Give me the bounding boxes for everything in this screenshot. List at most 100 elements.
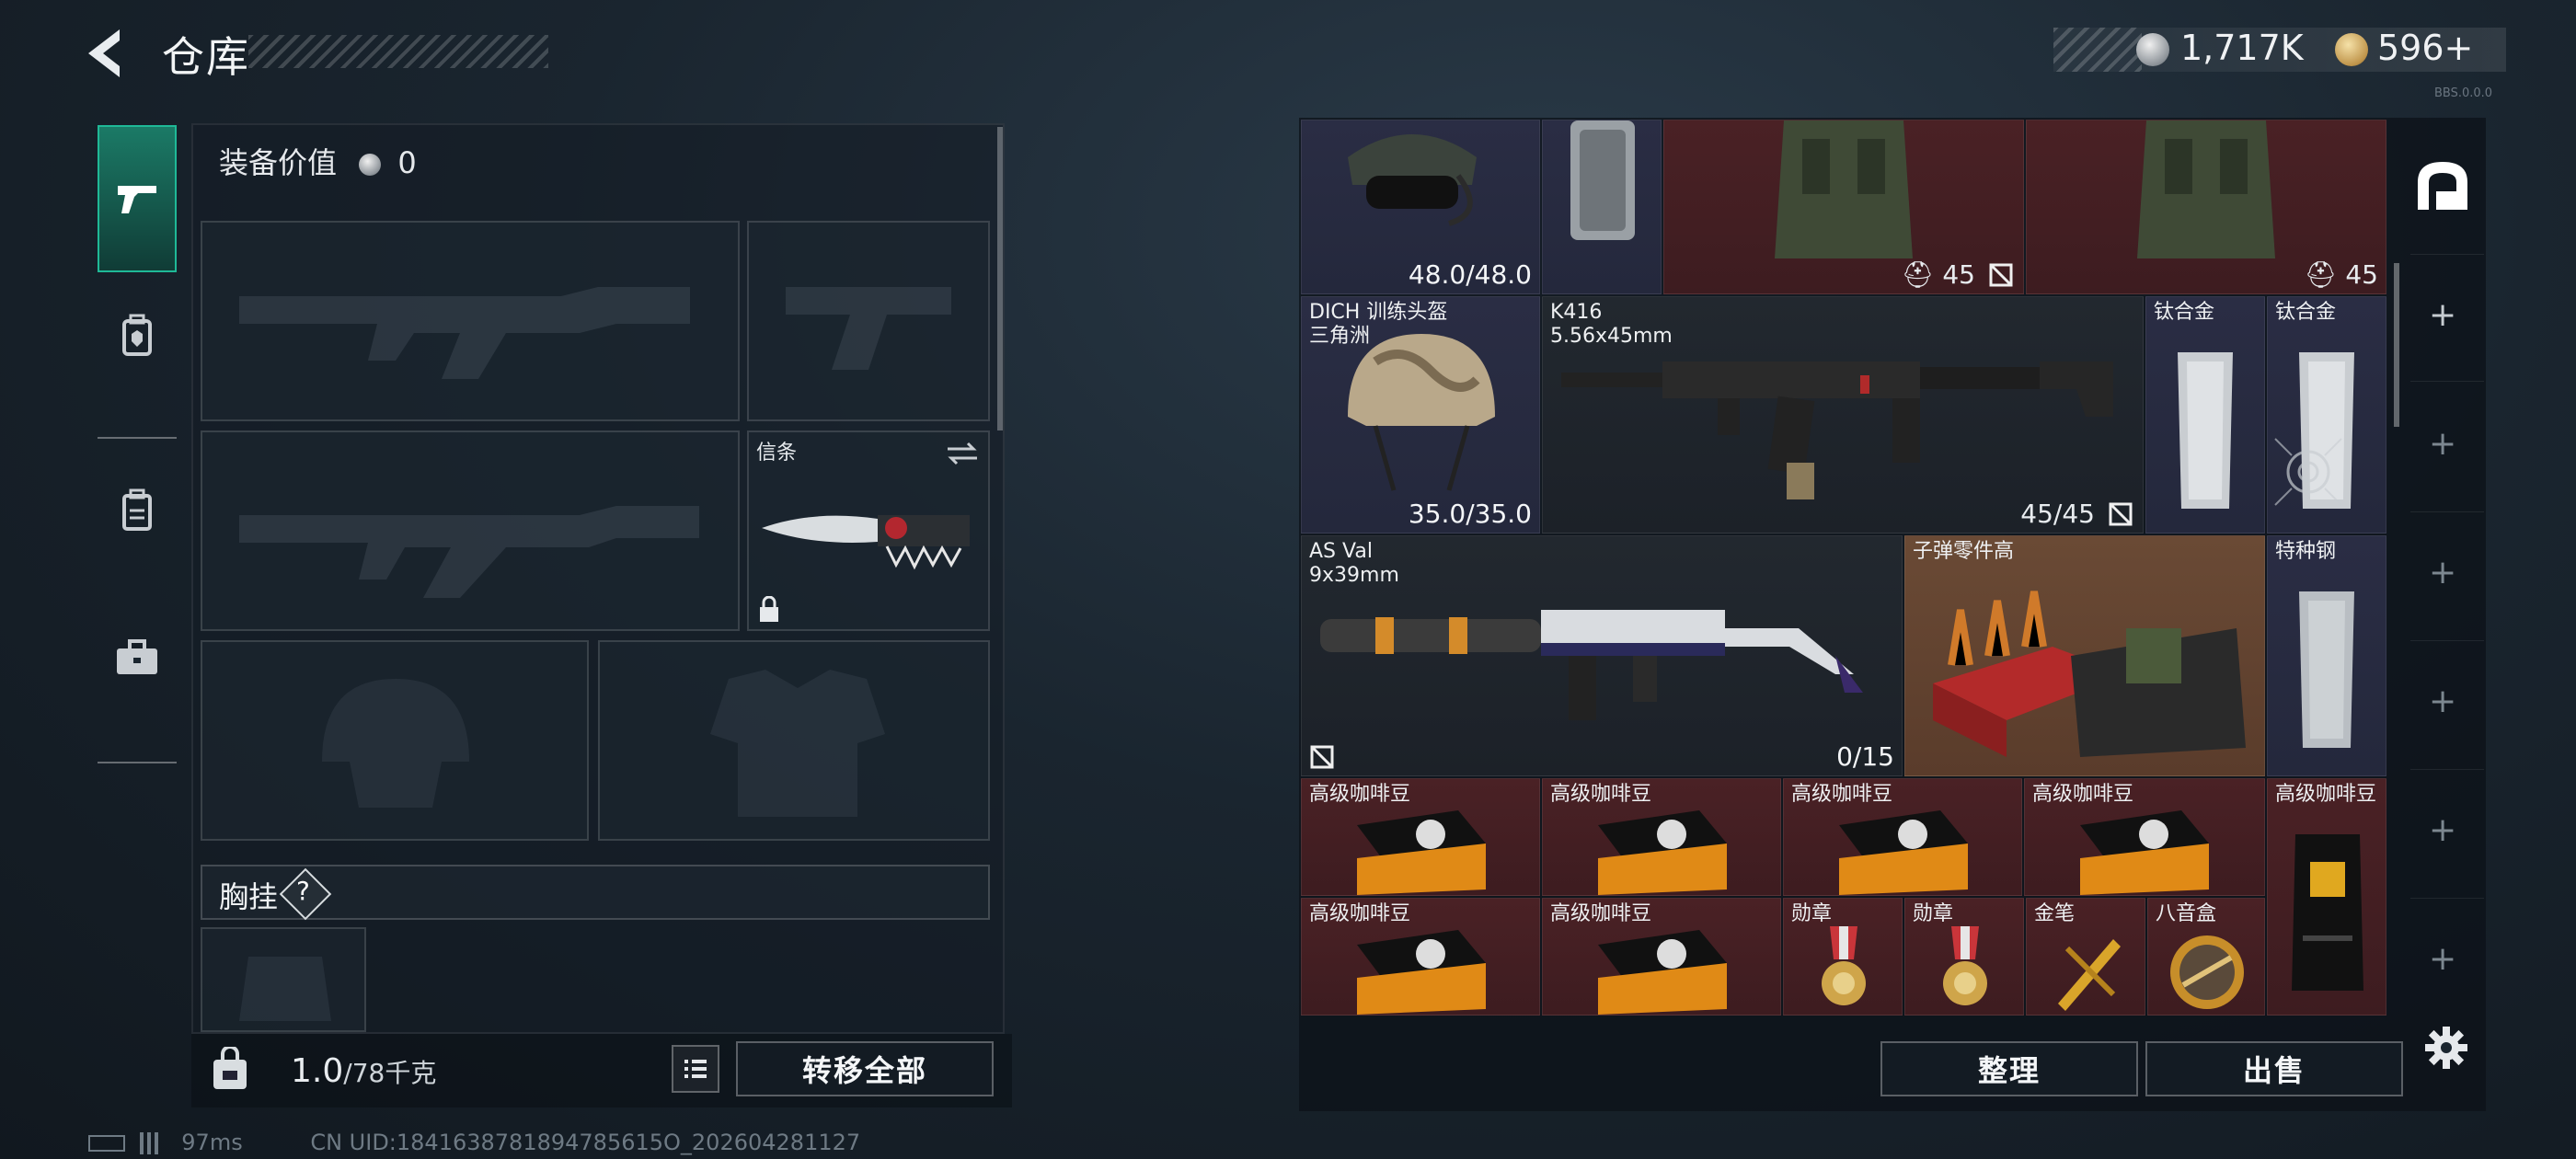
weight-value: 1.0 [291, 1052, 344, 1090]
storage-tab[interactable] [2410, 155, 2484, 228]
coffee-item-1[interactable]: 高级咖啡豆 [1301, 778, 1540, 896]
tab-divider [98, 437, 177, 439]
primary-weapon-slot[interactable] [201, 221, 740, 421]
secondary-weapon-slot[interactable] [201, 430, 740, 631]
add-tab-1[interactable]: + [2429, 299, 2456, 332]
equip-value-row: 装备价值 0 [219, 140, 417, 182]
back-button[interactable] [85, 28, 131, 79]
special-steel-item[interactable]: 特种钢 [2267, 535, 2386, 776]
backpack-icon [122, 488, 152, 531]
silver-amount: 1,717K [2180, 28, 2304, 68]
sort-button[interactable]: 整理 [1880, 1041, 2138, 1096]
knife-icon [762, 515, 970, 570]
asval-item[interactable]: AS Val 9x39mm 0/15 [1301, 535, 1903, 776]
equipment-scrollbar[interactable] [997, 127, 1003, 430]
vest-value-2: 45 [2345, 259, 2378, 290]
tab-armor[interactable] [98, 267, 177, 405]
dich-durability: 35.0/35.0 [1408, 499, 1532, 529]
titanium-item-2[interactable]: 钛合金 [2267, 296, 2386, 534]
briefcase-icon [117, 639, 157, 674]
vest-icon-2 [2137, 120, 2275, 258]
coffee-label-5: 高级咖啡豆 [2275, 783, 2377, 806]
gold-pen-item[interactable]: 金笔 [2026, 898, 2145, 1016]
no-insure-icon-3 [1310, 745, 1334, 769]
asval-rifle-icon [1320, 610, 1863, 720]
add-tab-2[interactable]: + [2429, 428, 2456, 461]
coffee-item-6[interactable]: 高级咖啡豆 [1301, 898, 1540, 1016]
side-divider-5 [2410, 769, 2484, 770]
ammo-crate-icon [1933, 591, 2246, 757]
titanium-item-1[interactable]: 钛合金 [2145, 296, 2265, 534]
equip-value-label: 装备价值 [219, 145, 338, 180]
inventory-scrollbar[interactable] [2394, 263, 2399, 427]
vest-item-2[interactable]: ⛑ 45 [2026, 120, 2386, 294]
pistol-silhouette-icon [786, 287, 951, 370]
vest-value-1: 45 [1942, 259, 1975, 290]
chest-rig-label: 胸挂 [219, 879, 279, 914]
coffee-item-5[interactable]: 高级咖啡豆 [2267, 778, 2386, 1016]
medal-item-1[interactable]: 勋章 [1783, 898, 1903, 1016]
gold-pen-label: 金笔 [2034, 902, 2076, 925]
coffee-item-3[interactable]: 高级咖啡豆 [1783, 778, 2022, 896]
add-tab-5[interactable]: + [2429, 814, 2456, 847]
coffee-item-4[interactable]: 高级咖啡豆 [2024, 778, 2265, 896]
value-coin-icon [359, 154, 382, 176]
add-tab-6[interactable]: + [2429, 943, 2456, 976]
settings-button[interactable] [2423, 1025, 2469, 1071]
bullet-parts-item[interactable]: 子弹零件高 [1904, 535, 2265, 776]
sell-button[interactable]: 出售 [2145, 1041, 2403, 1096]
asval-label: AS Val 9x39mm [1309, 540, 1399, 587]
vest-item-1[interactable]: ⛑ 45 [1663, 120, 2024, 294]
transfer-all-button[interactable]: 转移全部 [736, 1041, 994, 1096]
help-icon: ? [296, 876, 310, 906]
armor-slot[interactable] [598, 640, 990, 841]
coffee-item-2[interactable]: 高级咖啡豆 [1542, 778, 1781, 896]
melee-slot[interactable]: 信条 [747, 430, 990, 631]
page-title: 仓库 [162, 32, 250, 82]
melee-label: 信条 [756, 442, 798, 465]
side-divider [2410, 254, 2484, 255]
tab-weapons[interactable] [98, 125, 177, 272]
vest-helmet-icon: ⛑ [1901, 259, 1935, 290]
coffee-bag-icon-4 [2080, 810, 2209, 895]
weight-display: 1.0/78千克 [291, 1052, 436, 1090]
coffee-label-2: 高级咖啡豆 [1550, 783, 1652, 806]
medal-icon-2 [1943, 926, 1987, 1005]
tab-backpack[interactable] [98, 451, 177, 570]
weight-icon [210, 1045, 250, 1093]
helmet-slot[interactable] [201, 640, 589, 841]
crosshair-icon [2274, 438, 2342, 506]
k416-item[interactable]: K416 5.56x45mm 45/45 [1542, 296, 2144, 534]
chest-rig-slot[interactable] [201, 927, 366, 1032]
medal-item-2[interactable]: 勋章 [1904, 898, 2024, 1016]
vest-durability-1: ⛑ 45 [1902, 259, 1975, 290]
side-divider-3 [2410, 511, 2484, 512]
music-box-item[interactable]: 八音盒 [2147, 898, 2265, 1016]
tab-case[interactable] [98, 598, 177, 717]
medal-label-2: 勋章 [1913, 902, 1954, 925]
sidearm-slot[interactable] [747, 221, 990, 421]
dich-helmet-item[interactable]: DICH 训练头盔 三角洲 35.0/35.0 [1301, 296, 1540, 534]
helmet-durability: 48.0/48.0 [1408, 259, 1532, 290]
plate-item[interactable] [1542, 120, 1662, 294]
gold-amount[interactable]: 596+ [2377, 28, 2473, 68]
vest-durability-2: ⛑ 45 [2305, 259, 2378, 290]
coffee-label-1: 高级咖啡豆 [1309, 783, 1411, 806]
side-divider-6 [2410, 898, 2484, 899]
bullet-parts-label: 子弹零件高 [1913, 540, 2015, 563]
vest-silhouette-icon [710, 670, 885, 817]
add-tab-4[interactable]: + [2429, 685, 2456, 718]
list-view-button[interactable] [672, 1045, 719, 1093]
gold-pen-icon [2058, 939, 2121, 1011]
lock-icon [760, 596, 778, 622]
swap-icon[interactable] [946, 440, 979, 467]
equip-value: 0 [397, 145, 417, 180]
helmet-item-1[interactable]: 48.0/48.0 [1301, 120, 1540, 294]
helmet-silhouette-icon [322, 679, 469, 808]
side-divider-4 [2410, 640, 2484, 641]
vest-helmet-icon-2: ⛑ [2304, 259, 2338, 290]
coffee-item-7[interactable]: 高级咖啡豆 [1542, 898, 1781, 1016]
coffee-bag-icon [1357, 810, 1486, 895]
add-tab-3[interactable]: + [2429, 557, 2456, 590]
coffee-pouch-icon [2292, 834, 2363, 991]
